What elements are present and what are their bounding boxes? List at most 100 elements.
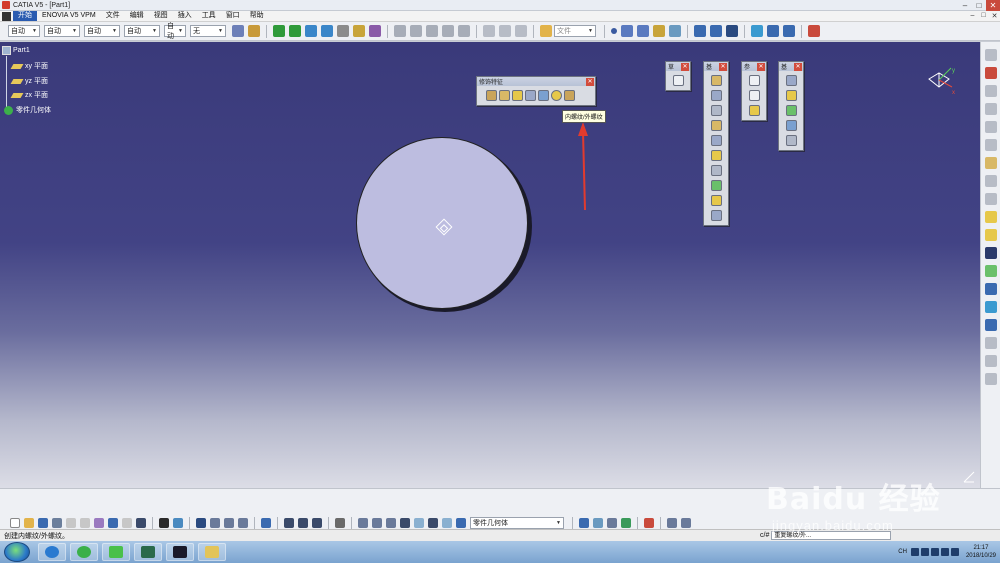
constraint-icon[interactable] <box>710 25 722 37</box>
compass-icon[interactable]: y x <box>925 65 957 97</box>
menu-view[interactable]: 视图 <box>149 11 173 21</box>
groove-icon[interactable] <box>710 120 722 131</box>
copy-icon[interactable] <box>80 518 90 528</box>
display-icon[interactable] <box>940 548 949 556</box>
help-icon[interactable] <box>808 25 820 37</box>
intersect-icon[interactable] <box>984 211 997 223</box>
scale-icon[interactable] <box>984 139 997 151</box>
update-all-icon[interactable] <box>261 518 271 528</box>
zoom-in-icon[interactable] <box>305 25 317 37</box>
tree-node-part-body[interactable]: 零件几何体 <box>4 105 51 115</box>
define-work-object-icon[interactable] <box>681 518 691 528</box>
swap-space-icon[interactable] <box>426 25 438 37</box>
insert-body-icon[interactable] <box>579 518 589 528</box>
hole-icon[interactable] <box>710 135 722 146</box>
doc-minimize-button[interactable]: – <box>967 12 978 20</box>
boolean-icon[interactable] <box>984 157 997 169</box>
color-combo[interactable]: 自动 ▼ <box>8 25 40 37</box>
snap-icon[interactable] <box>984 373 997 385</box>
rule-icon[interactable] <box>224 518 234 528</box>
transform-icon[interactable] <box>783 25 795 37</box>
line-type-combo[interactable]: 自动 ▼ <box>124 25 160 37</box>
circle-icon[interactable] <box>637 25 649 37</box>
sphere-icon[interactable] <box>358 518 368 528</box>
comment-icon[interactable] <box>173 518 183 528</box>
chamfer-icon[interactable] <box>499 90 510 101</box>
multi-view-icon[interactable] <box>442 25 454 37</box>
material-icon[interactable] <box>644 518 654 528</box>
folder-icon[interactable] <box>540 25 552 37</box>
thread-icon[interactable] <box>551 90 562 101</box>
taskbar-catia[interactable] <box>166 543 194 561</box>
layer-combo[interactable]: 无 ▼ <box>190 25 226 37</box>
paint-brush-icon[interactable] <box>232 25 244 37</box>
stack-icon[interactable] <box>442 518 452 528</box>
taskbar-explorer[interactable] <box>198 543 226 561</box>
taskbar-ie[interactable] <box>38 543 66 561</box>
open-folder-icon[interactable] <box>24 518 34 528</box>
menu-file[interactable]: 文件 <box>101 11 125 21</box>
file-combo[interactable]: 文件 ▼ <box>554 25 596 37</box>
rib-icon[interactable] <box>710 150 722 161</box>
multi-cube-icon[interactable] <box>767 25 779 37</box>
normal-view-icon[interactable] <box>337 25 349 37</box>
car-icon[interactable] <box>335 518 345 528</box>
lock-icon[interactable] <box>312 518 322 528</box>
print-icon[interactable] <box>52 518 62 528</box>
minimize-button[interactable]: – <box>958 0 972 11</box>
annotation-icon[interactable] <box>984 301 997 313</box>
catalog-browser-icon[interactable] <box>984 67 997 79</box>
loft-icon[interactable] <box>710 195 722 206</box>
plane-icon[interactable] <box>748 105 760 116</box>
line-icon[interactable] <box>748 90 760 101</box>
update-icon[interactable] <box>694 25 706 37</box>
render-style-icon[interactable] <box>394 25 406 37</box>
pan-icon[interactable] <box>273 25 285 37</box>
point-icon[interactable] <box>748 75 760 86</box>
cylinder-icon[interactable] <box>414 518 424 528</box>
slot-icon[interactable] <box>710 165 722 176</box>
zoom-out-icon[interactable] <box>321 25 333 37</box>
iso-view-icon[interactable] <box>458 25 470 37</box>
fit-all-icon[interactable] <box>353 25 365 37</box>
close-surface-icon[interactable] <box>785 105 797 116</box>
mirror-icon[interactable] <box>984 103 997 115</box>
clock[interactable]: 21:17 2018/10/29 <box>966 544 996 560</box>
grid-icon[interactable] <box>984 319 997 331</box>
help-icon[interactable] <box>920 548 929 556</box>
check-icon[interactable] <box>238 518 248 528</box>
save-icon[interactable] <box>38 518 48 528</box>
union-trim-icon[interactable] <box>984 229 997 241</box>
constraint-icon[interactable] <box>984 283 997 295</box>
line-weight-combo[interactable]: 自动 ▼ <box>84 25 120 37</box>
scan-icon[interactable] <box>667 518 677 528</box>
taskbar-app-green[interactable] <box>70 543 98 561</box>
sew-surface-icon[interactable] <box>785 120 797 131</box>
close-icon[interactable]: ✕ <box>586 77 594 86</box>
close-icon[interactable]: ✕ <box>681 62 689 71</box>
thickness-icon[interactable] <box>538 90 549 101</box>
menu-tools[interactable]: 工具 <box>197 11 221 21</box>
thick-surface-icon[interactable] <box>785 90 797 101</box>
geometrical-set-icon[interactable] <box>593 518 603 528</box>
menu-window[interactable]: 窗口 <box>221 11 245 21</box>
apply-material-icon[interactable] <box>515 25 527 37</box>
menu-edit[interactable]: 编辑 <box>125 11 149 21</box>
thickness-surface-icon[interactable] <box>984 265 997 277</box>
doc-close-button[interactable]: ✕ <box>989 12 1000 20</box>
remove-loft-icon[interactable] <box>710 210 722 221</box>
measure-icon[interactable] <box>499 25 511 37</box>
sketch-analysis-icon[interactable] <box>984 49 997 61</box>
add-icon[interactable] <box>984 175 997 187</box>
ime-indicator[interactable]: CH <box>898 549 907 555</box>
view-rotate-icon[interactable] <box>372 518 382 528</box>
pattern-icon[interactable] <box>984 121 997 133</box>
copy-format-icon[interactable] <box>248 25 260 37</box>
taskbar-wechat[interactable] <box>102 543 130 561</box>
axis-xyz-icon[interactable] <box>428 518 438 528</box>
shaft-icon[interactable] <box>710 105 722 116</box>
pocket-icon[interactable] <box>710 90 722 101</box>
surface-icon[interactable] <box>653 25 665 37</box>
extrude-surface-icon[interactable] <box>669 25 681 37</box>
stiffener-icon[interactable] <box>710 180 722 191</box>
